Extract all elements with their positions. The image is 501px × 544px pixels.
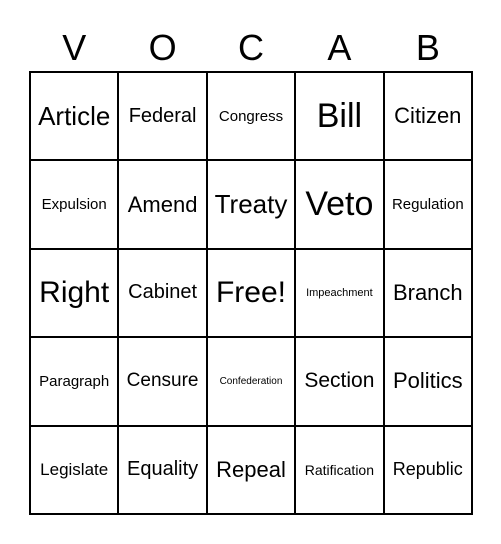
bingo-cell[interactable]: Bill xyxy=(295,72,384,161)
cell-label: Impeachment xyxy=(306,286,373,299)
bingo-header: VOCAB xyxy=(30,26,472,70)
cell-label: Amend xyxy=(127,191,198,217)
cell-label: Equality xyxy=(127,458,199,481)
header-letter: C xyxy=(238,27,265,68)
cell-label: Legislate xyxy=(40,459,109,479)
bingo-cell[interactable]: Article xyxy=(30,72,119,161)
bingo-cell[interactable]: Confederation xyxy=(206,337,296,426)
bingo-cell[interactable]: Politics xyxy=(383,337,472,426)
cell-label: Expulsion xyxy=(41,196,107,214)
cell-label: Regulation xyxy=(391,196,464,214)
bingo-cell[interactable]: Censure xyxy=(118,337,207,426)
bingo-cell[interactable]: Equality xyxy=(118,425,207,514)
cell-label: Republic xyxy=(392,459,463,480)
bingo-cell[interactable]: Treaty xyxy=(206,160,296,249)
cell-label: Congress xyxy=(218,107,284,125)
bingo-cell[interactable]: Republic xyxy=(383,425,472,514)
bingo-cell[interactable]: Repeal xyxy=(206,425,296,514)
bingo-cell[interactable]: Section xyxy=(295,337,384,426)
bingo-cell[interactable]: Paragraph xyxy=(30,337,119,426)
cell-label: Article xyxy=(38,100,111,131)
cell-label: Confederation xyxy=(219,375,283,387)
bingo-cell[interactable]: Right xyxy=(30,248,119,338)
cell-label: Treaty xyxy=(214,189,288,220)
cell-label: Cabinet xyxy=(128,281,198,304)
cell-label: Right xyxy=(39,275,110,309)
bingo-cell[interactable]: Citizen xyxy=(383,72,472,161)
header-letter: O xyxy=(148,27,177,68)
bingo-cell[interactable]: Congress xyxy=(206,72,296,161)
cell-label: Citizen xyxy=(394,103,462,129)
bingo-cell[interactable]: Amend xyxy=(118,160,207,249)
bingo-cell[interactable]: Impeachment xyxy=(295,248,384,338)
cell-label: Ratification xyxy=(304,461,375,478)
cell-label: Veto xyxy=(305,185,374,224)
free-space-cell[interactable]: Free! xyxy=(206,248,296,338)
bingo-cell[interactable]: Veto xyxy=(295,160,384,249)
cell-label: Paragraph xyxy=(39,372,110,390)
bingo-cell[interactable]: Expulsion xyxy=(30,160,119,249)
header-letter: B xyxy=(415,27,440,68)
bingo-cell[interactable]: Federal xyxy=(118,72,207,161)
cell-label: Federal xyxy=(128,104,197,127)
bingo-cell[interactable]: Branch xyxy=(383,248,472,338)
bingo-cell[interactable]: Ratification xyxy=(295,425,384,514)
cell-label: Repeal xyxy=(216,456,286,482)
cell-label: Politics xyxy=(392,368,463,394)
cell-label: Censure xyxy=(126,370,199,392)
bingo-cell[interactable]: Legislate xyxy=(30,425,119,514)
bingo-grid: Article Federal Congress Bill Citizen Expulsi… xyxy=(29,71,473,515)
header-letter: A xyxy=(327,27,352,68)
bingo-cell[interactable]: Regulation xyxy=(383,160,472,249)
cell-label: Section xyxy=(304,369,375,393)
cell-label: Bill xyxy=(316,96,363,135)
cell-label: Free! xyxy=(215,275,286,309)
bingo-cell[interactable]: Cabinet xyxy=(118,248,207,338)
cell-label: Branch xyxy=(392,279,463,305)
header-letter: V xyxy=(62,27,87,68)
